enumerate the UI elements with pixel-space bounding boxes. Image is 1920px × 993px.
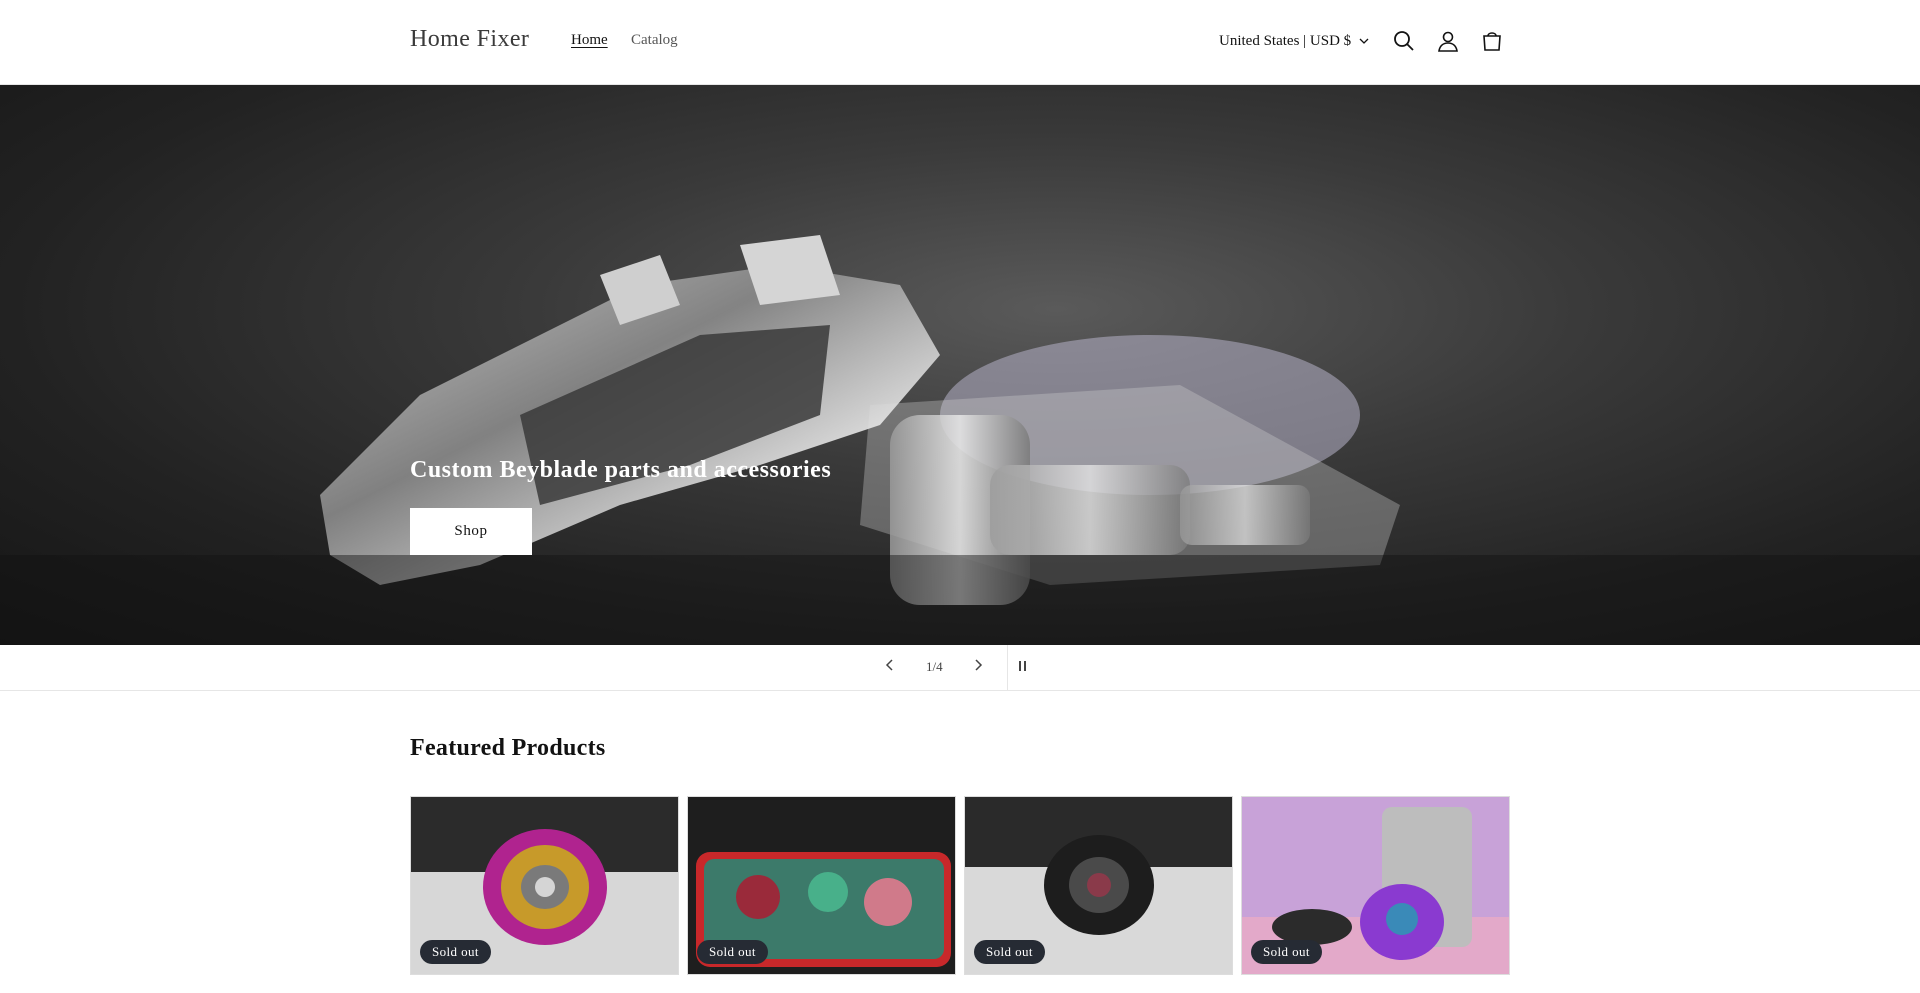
controls-divider xyxy=(1007,645,1008,691)
featured-products-heading: Featured Products xyxy=(410,735,606,761)
hero-heading: Custom Beyblade parts and accessories xyxy=(410,457,832,483)
search-icon[interactable] xyxy=(1391,28,1417,54)
hero-image xyxy=(0,235,1920,645)
sold-out-badge: Sold out xyxy=(697,940,768,964)
previous-slide-icon[interactable] xyxy=(884,658,896,676)
slide-counter: 1/4 xyxy=(926,659,943,674)
sold-out-badge: Sold out xyxy=(974,940,1045,964)
next-slide-icon[interactable] xyxy=(972,658,984,676)
product-card[interactable]: Sold out xyxy=(1241,796,1510,975)
country-currency-selector[interactable]: United States | USD $ xyxy=(1219,33,1369,50)
slideshow-controls: 1/4 xyxy=(0,645,1920,691)
product-card[interactable]: Sold out xyxy=(964,796,1233,975)
pause-slideshow-icon[interactable] xyxy=(1018,659,1028,677)
locale-label: United States | USD $ xyxy=(1219,33,1352,49)
hero-slideshow: Custom Beyblade parts and accessories Sh… xyxy=(0,85,1920,645)
store-logo[interactable]: Home Fixer xyxy=(410,26,529,53)
site-header: Home Fixer Home Catalog United States | … xyxy=(0,0,1920,85)
nav-home-link[interactable]: Home xyxy=(571,32,608,49)
sold-out-badge: Sold out xyxy=(1251,940,1322,964)
shop-button[interactable]: Shop xyxy=(410,508,532,555)
nav-catalog-link[interactable]: Catalog xyxy=(631,32,678,49)
product-card[interactable]: Sold out xyxy=(410,796,679,975)
product-card[interactable]: Sold out xyxy=(687,796,956,975)
cart-icon[interactable] xyxy=(1479,28,1505,54)
account-icon[interactable] xyxy=(1435,28,1461,54)
sold-out-badge: Sold out xyxy=(420,940,491,964)
chevron-down-icon xyxy=(1359,33,1369,50)
